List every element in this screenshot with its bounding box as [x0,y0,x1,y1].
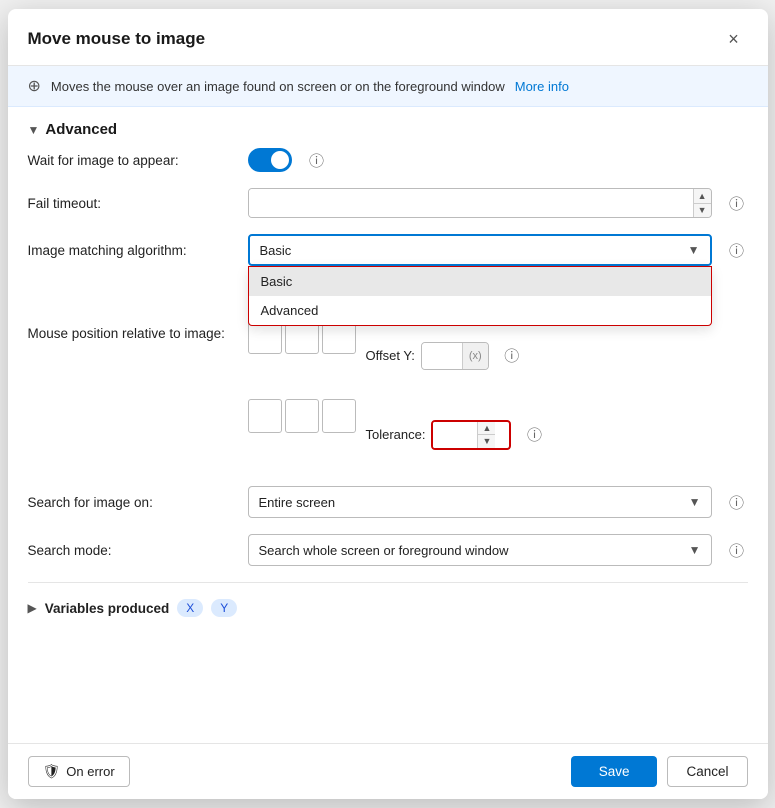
offset-y-info-icon[interactable]: ⓘ [501,345,523,367]
fail-timeout-info-icon[interactable]: ⓘ [726,192,748,214]
search-mode-info-icon[interactable]: ⓘ [726,539,748,561]
image-matching-dropdown[interactable]: Basic ▼ [248,234,712,266]
tolerance-label: Tolerance: [366,427,426,442]
fail-timeout-input[interactable]: 5 [249,189,693,217]
tolerance-info-icon[interactable]: ⓘ [523,424,545,446]
on-error-label: On error [66,764,114,779]
wait-for-image-toggle[interactable] [248,148,292,172]
image-matching-info-icon[interactable]: ⓘ [726,239,748,261]
position-grid-row2 [248,399,356,470]
wait-for-image-row: Wait for image to appear: ⓘ [28,148,748,172]
dialog-title: Move mouse to image [28,29,206,49]
on-error-button[interactable]: 🛡 On error [28,756,130,787]
advanced-section-header[interactable]: ▼ Advanced [28,107,748,148]
dialog: Move mouse to image × ⊕ Moves the mouse … [8,9,768,799]
fail-timeout-control: 5 ▲ ▼ ⓘ [248,188,748,218]
pos-cell-4[interactable] [248,399,282,433]
pos-cell-6[interactable] [322,399,356,433]
variables-section: ▶ Variables produced X Y [28,587,748,629]
search-image-on-chevron-icon: ▼ [689,495,701,509]
offset-y-input-wrap: 0 (x) [421,342,489,370]
search-mode-dropdown[interactable]: Search whole screen or foreground window… [248,534,712,566]
mouse-position-control: Offset Y: 0 (x) ⓘ [248,320,748,470]
search-image-on-control: Entire screen ▼ ⓘ [248,486,748,518]
search-image-on-row: Search for image on: Entire screen ▼ ⓘ [28,486,748,518]
divider [28,582,748,583]
image-matching-option-advanced[interactable]: Advanced [249,296,711,325]
image-matching-value: Basic [260,243,292,258]
image-matching-chevron-icon: ▼ [688,243,700,257]
search-mode-value: Search whole screen or foreground window [259,543,509,558]
image-matching-dropdown-wrap: Basic ▼ Basic Advanced [248,234,712,266]
mouse-position-label: Mouse position relative to image: [28,320,248,341]
search-image-on-info-icon[interactable]: ⓘ [726,491,748,513]
wait-for-image-control: ⓘ [248,148,748,172]
variable-y-badge[interactable]: Y [211,599,237,617]
fail-timeout-row: Fail timeout: 5 ▲ ▼ ⓘ [28,188,748,218]
offset-y-label: Offset Y: [366,348,415,363]
tolerance-spinbox: 10 ▲ ▼ [431,420,511,450]
variables-chevron-icon[interactable]: ▶ [28,601,37,615]
image-matching-menu: Basic Advanced [248,266,712,326]
search-image-on-value: Entire screen [259,495,336,510]
fail-timeout-spinbox: 5 ▲ ▼ [248,188,712,218]
footer-right-buttons: Save Cancel [571,756,748,787]
wait-for-image-info-icon[interactable]: ⓘ [306,149,328,171]
fail-timeout-spinbox-buttons: ▲ ▼ [693,189,711,217]
variable-x-badge[interactable]: X [177,599,203,617]
search-image-on-dropdown-wrap: Entire screen ▼ [248,486,712,518]
search-image-on-label: Search for image on: [28,495,248,510]
image-matching-control: Basic ▼ Basic Advanced ⓘ [248,234,748,266]
tolerance-decrement[interactable]: ▼ [478,435,495,448]
offset-y-area: Offset Y: 0 (x) ⓘ [366,342,523,370]
tolerance-increment[interactable]: ▲ [478,422,495,436]
advanced-chevron-icon: ▼ [28,123,40,137]
image-matching-option-basic[interactable]: Basic [249,267,711,296]
variables-produced-label: Variables produced [45,601,170,616]
search-mode-dropdown-wrap: Search whole screen or foreground window… [248,534,712,566]
more-info-link[interactable]: More info [515,79,569,94]
save-button[interactable]: Save [571,756,658,787]
position-grid [248,320,356,391]
pos-cell-5[interactable] [285,399,319,433]
fail-timeout-decrement[interactable]: ▼ [694,204,711,218]
dialog-header: Move mouse to image × [8,9,768,66]
image-matching-label: Image matching algorithm: [28,243,248,258]
wait-for-image-label: Wait for image to appear: [28,153,248,168]
banner-text: Moves the mouse over an image found on s… [51,79,505,94]
close-button[interactable]: × [720,25,748,53]
info-banner: ⊕ Moves the mouse over an image found on… [8,66,768,107]
dialog-body: ▼ Advanced Wait for image to appear: ⓘ F… [8,107,768,743]
search-mode-label: Search mode: [28,543,248,558]
search-mode-row: Search mode: Search whole screen or fore… [28,534,748,566]
fail-timeout-label: Fail timeout: [28,196,248,211]
mouse-position-row2: Tolerance: 10 ▲ ▼ ⓘ [248,399,546,470]
tolerance-spinbox-buttons: ▲ ▼ [477,422,495,448]
search-image-on-dropdown[interactable]: Entire screen ▼ [248,486,712,518]
mouse-position-row1: Offset Y: 0 (x) ⓘ [248,320,523,391]
advanced-section-title: Advanced [45,121,117,138]
shield-icon: 🛡 [43,763,61,780]
tolerance-input[interactable]: 10 [433,422,477,448]
dialog-footer: 🛡 On error Save Cancel [8,743,768,799]
fail-timeout-increment[interactable]: ▲ [694,189,711,204]
image-matching-row: Image matching algorithm: Basic ▼ Basic … [28,234,748,266]
search-mode-control: Search whole screen or foreground window… [248,534,748,566]
cancel-button[interactable]: Cancel [667,756,747,787]
tolerance-area: Tolerance: 10 ▲ ▼ ⓘ [366,420,546,450]
search-mode-chevron-icon: ▼ [689,543,701,557]
offset-x-badge: (x) [462,343,488,369]
toggle-thumb [271,151,289,169]
mouse-icon: ⊕ [28,76,41,96]
offset-y-input[interactable]: 0 [422,343,462,369]
